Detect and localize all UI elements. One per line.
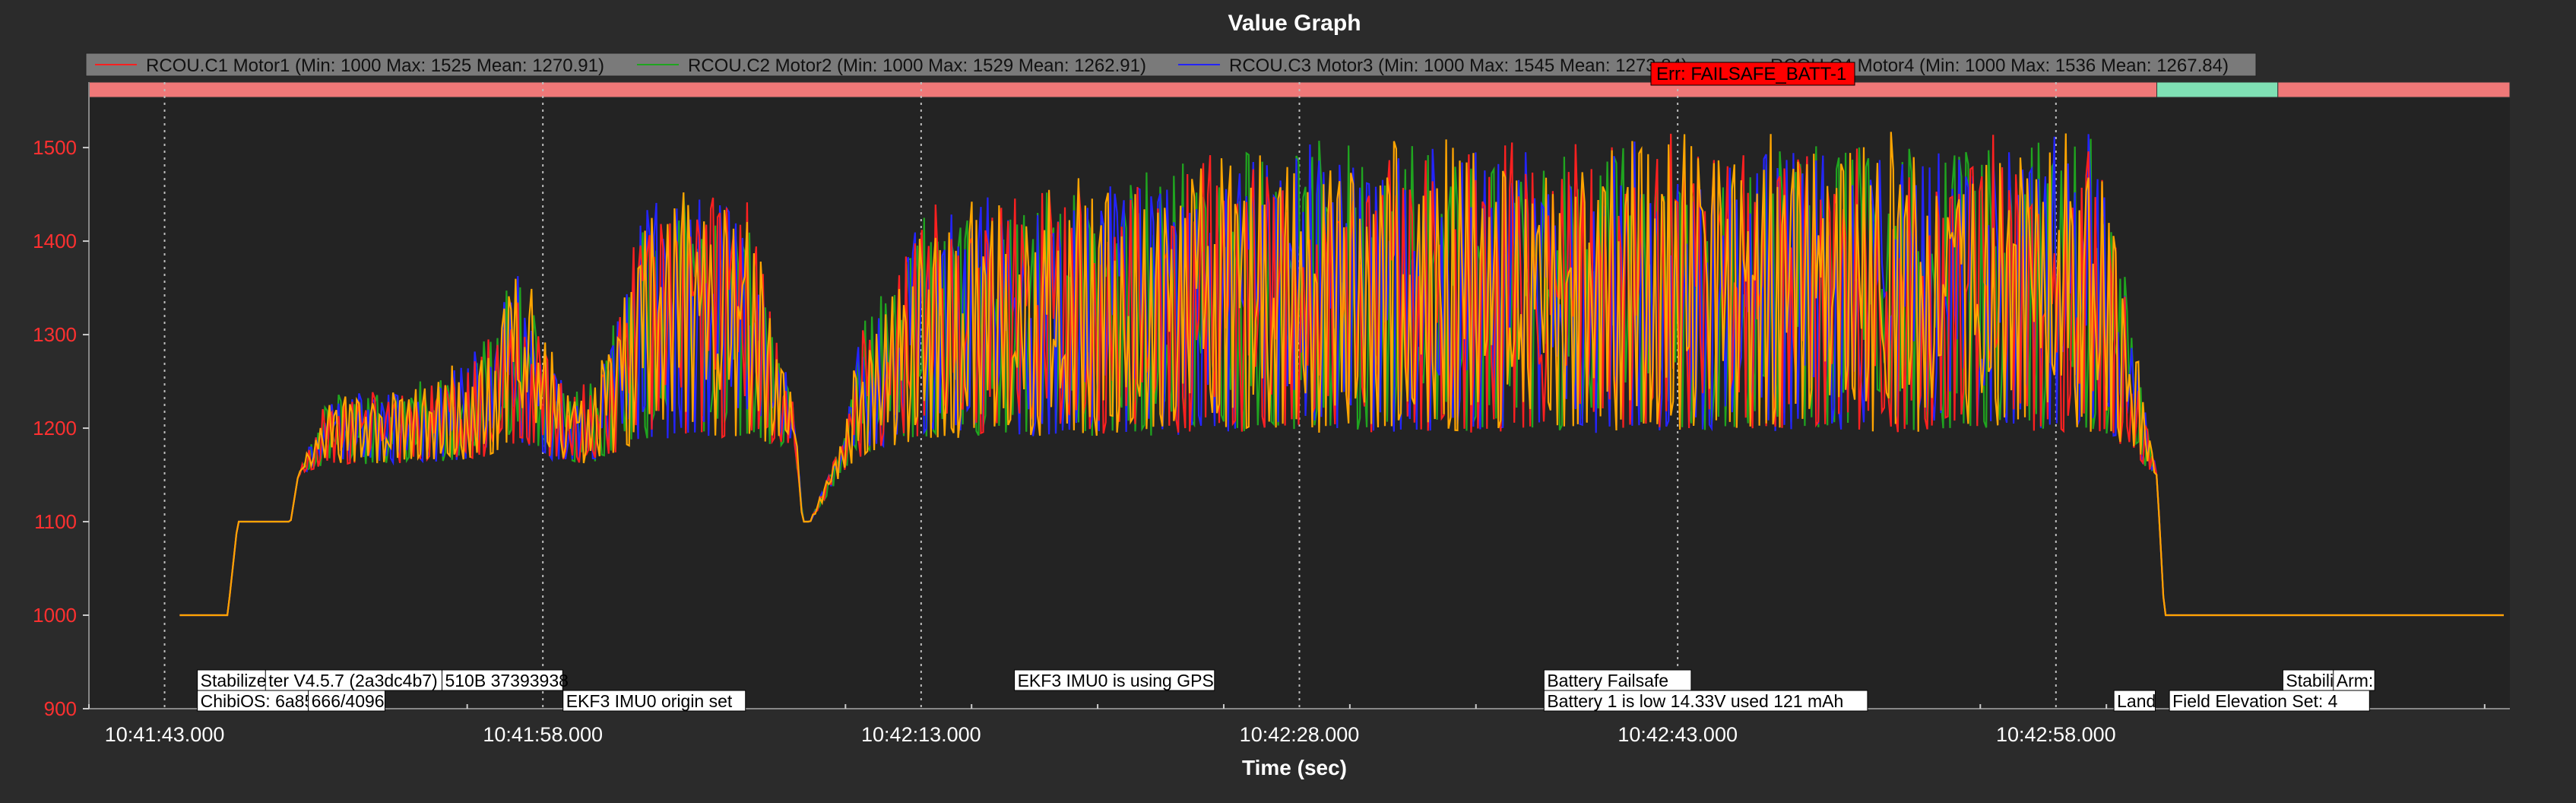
event-annotation-text: Battery Failsafe: [1547, 671, 1668, 690]
event-annotation-text: 666/4096: [312, 691, 385, 711]
event-annotation: ter V4.5.7 (2a3dc4b7): [265, 669, 458, 691]
event-annotation-text: EKF3 IMU0 is using GPS: [1018, 671, 1214, 690]
event-annotation: 666/4096: [308, 690, 385, 712]
mode-bar-segment: [2156, 81, 2279, 98]
y-tick-label: 1300: [33, 323, 77, 346]
x-tick-label: 10:41:58.000: [483, 723, 603, 746]
event-annotation: EKF3 IMU0 origin set: [562, 690, 746, 712]
x-tick-label: 10:42:43.000: [1618, 723, 1738, 746]
legend[interactable]: RCOU.C1 Motor1 (Min: 1000 Max: 1525 Mean…: [85, 52, 2257, 77]
x-tick-label: 10:42:28.000: [1240, 723, 1360, 746]
event-annotation: Battery 1 is low 14.33V used 121 mAh: [1543, 690, 1868, 712]
plot-area[interactable]: [88, 81, 2511, 709]
x-tick-label: 10:41:43.000: [105, 723, 225, 746]
legend-entry-2[interactable]: RCOU.C2 Motor2 (Min: 1000 Max: 1529 Mean…: [688, 56, 1146, 76]
value-graph-chart: Value Graph RCOU.C1 Motor1 (Min: 1000 Ma…: [0, 0, 2576, 803]
event-annotation: EKF3 IMU0 is using GPS: [1014, 669, 1215, 691]
event-annotation-text: Land: [2117, 691, 2156, 711]
mode-bar-segment: [2277, 81, 2511, 98]
y-tick-label: 1000: [33, 604, 77, 627]
event-annotation: Arm:: [2333, 669, 2375, 691]
x-tick-label: 10:42:58.000: [1996, 723, 2116, 746]
event-annotation: Land: [2113, 690, 2156, 712]
event-annotation: Field Elevation Set: 4: [2169, 690, 2370, 712]
x-tick-label: 10:42:13.000: [861, 723, 981, 746]
event-annotation-text: EKF3 IMU0 origin set: [566, 691, 733, 711]
event-annotation: Battery Failsafe: [1543, 669, 1692, 691]
y-tick-label: 900: [44, 697, 77, 720]
error-badge-text: Err: FAILSAFE_BATT-1: [1656, 64, 1846, 84]
y-tick-label: 1100: [34, 510, 77, 533]
y-tick-label: 1500: [33, 136, 77, 159]
event-annotation-text: ter V4.5.7 (2a3dc4b7): [268, 671, 437, 690]
event-annotation-text: Arm:: [2337, 671, 2374, 690]
chart-title: Value Graph: [1228, 11, 1361, 36]
legend-entry-1[interactable]: RCOU.C1 Motor1 (Min: 1000 Max: 1525 Mean…: [146, 56, 604, 76]
event-annotation-text: Field Elevation Set: 4: [2172, 691, 2338, 711]
x-axis-label: Time (sec): [1242, 756, 1347, 779]
error-badge: Err: FAILSAFE_BATT-1: [1650, 62, 1855, 86]
y-tick-label: 1400: [33, 230, 77, 252]
y-tick-label: 1200: [33, 417, 77, 440]
event-annotation: 510B 37393938: [441, 669, 569, 691]
event-annotation-text: Battery 1 is low 14.33V used 121 mAh: [1547, 691, 1843, 711]
event-annotation-text: Stabilize: [201, 671, 267, 690]
event-annotation-text: 510B 37393938: [445, 671, 568, 690]
legend-entry-3[interactable]: RCOU.C3 Motor3 (Min: 1000 Max: 1545 Mean…: [1229, 56, 1687, 76]
